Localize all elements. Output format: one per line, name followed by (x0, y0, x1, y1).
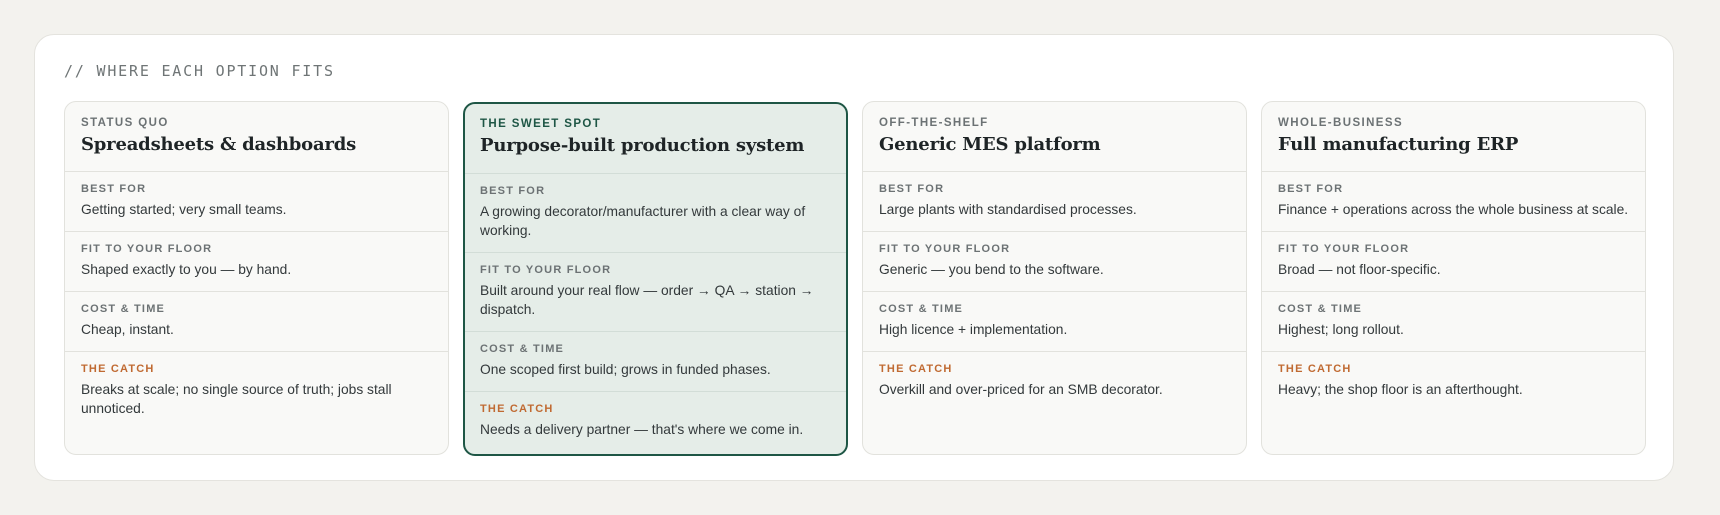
row-text: Large plants with standardised processes… (879, 202, 1137, 217)
row-catch: THE CATCH Breaks at scale; no single sou… (65, 352, 448, 430)
row-label: BEST FOR (81, 183, 147, 195)
row-label: FIT TO YOUR FLOOR (879, 243, 1011, 255)
row-fit: FIT TO YOUR FLOOR Broad — not floor-spec… (1262, 232, 1645, 292)
row-cost: COST & TIME One scoped first build; grow… (465, 332, 846, 392)
row-text: Breaks at scale; no single source of tru… (81, 382, 392, 416)
row-label: BEST FOR (879, 183, 945, 195)
row-text: Broad — not floor-specific. (1278, 262, 1441, 277)
row-label: COST & TIME (81, 303, 166, 315)
row-fit: FIT TO YOUR FLOOR Generic — you bend to … (863, 232, 1246, 292)
row-label: COST & TIME (480, 343, 565, 355)
row-label-catch: THE CATCH (1278, 363, 1352, 375)
row-text: Highest; long rollout. (1278, 322, 1404, 337)
comparison-panel: // WHERE EACH OPTION FITS STATUS QUO Spr… (34, 34, 1674, 481)
card-title: Generic MES platform (879, 134, 1101, 155)
row-text: Getting started; very small teams. (81, 202, 287, 217)
row-text: Generic — you bend to the software. (879, 262, 1104, 277)
row-text: One scoped first build; grows in funded … (480, 362, 771, 377)
row-label: COST & TIME (1278, 303, 1363, 315)
row-text: Built around your real flow — order → QA… (480, 283, 814, 317)
row-label-catch: THE CATCH (879, 363, 953, 375)
row-text: Cheap, instant. (81, 322, 174, 337)
row-best-for: BEST FOR A growing decorator/manufacture… (465, 174, 846, 253)
row-text: Heavy; the shop floor is an afterthought… (1278, 382, 1523, 397)
card-title: Full manufacturing ERP (1278, 134, 1519, 155)
row-cost: COST & TIME Cheap, instant. (65, 292, 448, 352)
row-label: FIT TO YOUR FLOOR (81, 243, 213, 255)
card-title: Spreadsheets & dashboards (81, 134, 357, 155)
row-best-for: BEST FOR Large plants with standardised … (863, 172, 1246, 232)
row-catch: THE CATCH Heavy; the shop floor is an af… (1262, 352, 1645, 411)
row-label: COST & TIME (879, 303, 964, 315)
card-header: THE SWEET SPOT Purpose-built production … (465, 104, 846, 174)
row-label: FIT TO YOUR FLOOR (1278, 243, 1410, 255)
row-label-catch: THE CATCH (81, 363, 155, 375)
row-text: High licence + implementation. (879, 322, 1068, 337)
card-eyebrow: OFF-THE-SHELF (879, 117, 989, 129)
row-catch: THE CATCH Overkill and over-priced for a… (863, 352, 1246, 411)
card-header: STATUS QUO Spreadsheets & dashboards (65, 102, 448, 172)
option-card-off-the-shelf: OFF-THE-SHELF Generic MES platform BEST … (862, 101, 1247, 455)
row-text: Shaped exactly to you — by hand. (81, 262, 292, 277)
row-fit: FIT TO YOUR FLOOR Shaped exactly to you … (65, 232, 448, 292)
row-cost: COST & TIME High licence + implementatio… (863, 292, 1246, 352)
card-header: OFF-THE-SHELF Generic MES platform (863, 102, 1246, 172)
row-label: BEST FOR (1278, 183, 1344, 195)
row-text: Overkill and over-priced for an SMB deco… (879, 382, 1163, 397)
option-card-whole-business: WHOLE-BUSINESS Full manufacturing ERP BE… (1261, 101, 1646, 455)
card-eyebrow: WHOLE-BUSINESS (1278, 117, 1404, 129)
row-catch: THE CATCH Needs a delivery partner — tha… (465, 392, 846, 451)
option-card-status-quo: STATUS QUO Spreadsheets & dashboards BES… (64, 101, 449, 455)
row-fit: FIT TO YOUR FLOOR Built around your real… (465, 253, 846, 332)
row-text: Finance + operations across the whole bu… (1278, 202, 1629, 217)
card-title: Purpose-built production system (480, 135, 805, 156)
row-text: Needs a delivery partner — that's where … (480, 422, 804, 437)
card-eyebrow: STATUS QUO (81, 117, 169, 129)
card-header: WHOLE-BUSINESS Full manufacturing ERP (1262, 102, 1645, 172)
row-best-for: BEST FOR Getting started; very small tea… (65, 172, 448, 232)
row-best-for: BEST FOR Finance + operations across the… (1262, 172, 1645, 232)
row-cost: COST & TIME Highest; long rollout. (1262, 292, 1645, 352)
card-eyebrow: THE SWEET SPOT (480, 118, 602, 130)
row-label-catch: THE CATCH (480, 403, 554, 415)
row-label: BEST FOR (480, 185, 546, 197)
row-label: FIT TO YOUR FLOOR (480, 264, 612, 276)
section-title: // WHERE EACH OPTION FITS (64, 62, 335, 80)
row-text: A growing decorator/manufacturer with a … (480, 204, 806, 238)
option-card-sweet-spot: THE SWEET SPOT Purpose-built production … (463, 102, 848, 456)
